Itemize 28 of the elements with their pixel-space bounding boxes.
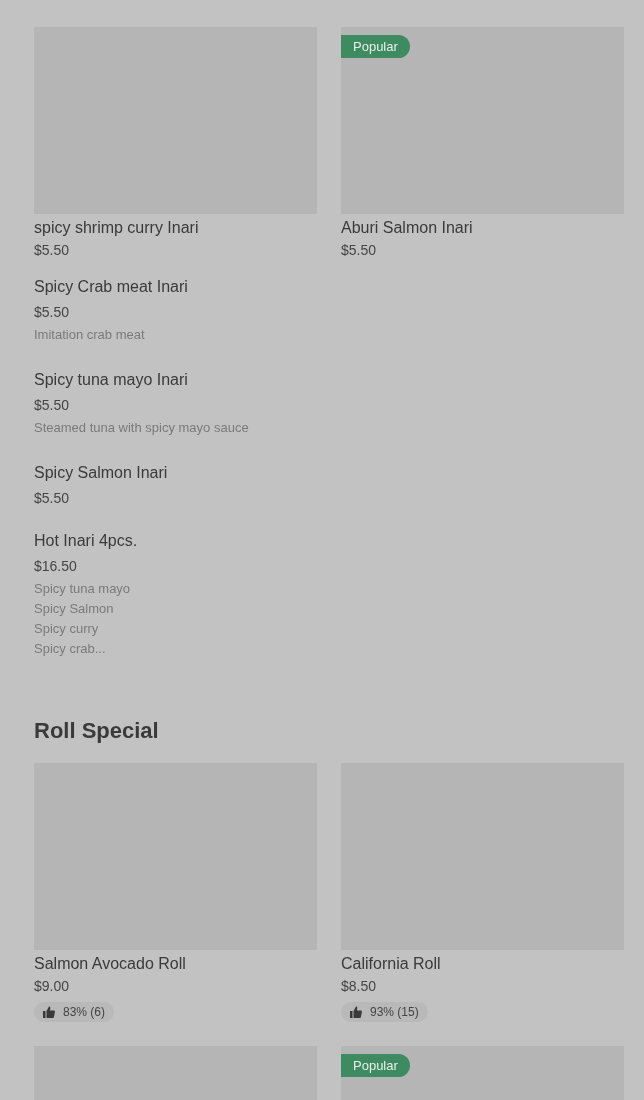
thumbs-up-icon [350,1006,362,1018]
item-price: $5.50 [34,490,71,506]
item-description: Spicy tuna mayo Spicy Salmon Spicy curry Spicy crab... [34,580,132,658]
item-name[interactable]: Spicy Crab meat Inari [34,278,624,296]
item-name[interactable]: Aburi Salmon Inari [341,219,624,237]
item-name[interactable]: California Roll [341,955,624,973]
thumbs-up-icon [43,1006,55,1018]
item-name[interactable]: Spicy Salmon Inari [34,464,624,482]
item-name[interactable]: Salmon Avocado Roll [34,955,317,973]
item-price: $5.50 [34,242,71,258]
item-price: $5.50 [34,397,71,413]
item-name[interactable]: Hot Inari 4pcs. [34,532,624,550]
item-description: Steamed tuna with spicy mayo sauce [34,419,250,437]
rating-text: 93% (15) [370,1005,419,1019]
popular-badge: Popular [341,35,410,58]
item-name[interactable]: Spicy tuna mayo Inari [34,371,624,389]
rating-text: 83% (6) [63,1005,106,1019]
item-description: Imitation crab meat [34,326,146,344]
section-heading: Roll Special [34,717,160,745]
image-placeholder[interactable]: Popular [341,1046,624,1100]
item-price: $5.50 [341,242,378,258]
image-placeholder[interactable]: Popular [341,27,624,214]
item-name[interactable]: spicy shrimp curry Inari [34,219,317,237]
item-price: $5.50 [34,304,71,320]
popular-badge: Popular [341,1054,410,1077]
item-price: $16.50 [34,558,78,574]
item-price: $9.00 [34,978,71,994]
item-price: $8.50 [341,978,378,994]
